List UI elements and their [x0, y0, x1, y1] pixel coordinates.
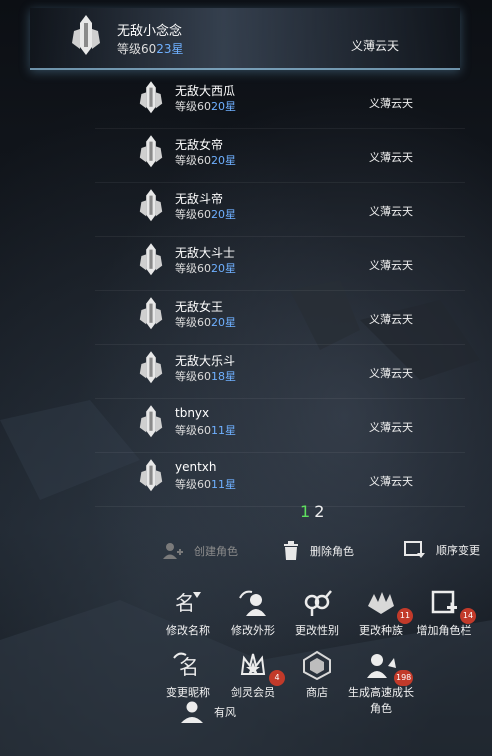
character-level: 等级6018星	[175, 370, 236, 383]
trash-icon	[284, 541, 298, 560]
character-server: 义薄云天	[369, 151, 413, 164]
current-character-name: 无敌小念念	[117, 24, 183, 39]
current-character-server: 义薄云天	[351, 39, 400, 53]
rename-button[interactable]: 名 修改名称	[160, 588, 216, 638]
change-nickname-button[interactable]: 名 变更昵称	[160, 650, 216, 700]
rename-label: 修改名称	[166, 624, 210, 637]
shop-label: 商店	[306, 686, 328, 699]
nickname-label: 变更昵称	[166, 686, 210, 699]
gender-label: 更改性别	[295, 624, 339, 637]
character-row[interactable]: 无敌大乐斗等级6018星 义薄云天	[95, 344, 465, 399]
reorder-button[interactable]: 顺序变更	[404, 541, 480, 559]
vip-badge: 4	[269, 670, 285, 686]
page-2-button[interactable]: 2	[314, 502, 324, 521]
class-emblem-icon	[139, 81, 163, 114]
vip-label: 剑灵会员	[231, 686, 275, 699]
page-1-button[interactable]: 1	[300, 502, 310, 521]
fast-growth-icon	[367, 654, 396, 678]
add-character-slot-button[interactable]: 增加角色栏 14	[416, 588, 476, 638]
character-name: 无敌大斗士	[175, 246, 236, 260]
vip-membership-button[interactable]: 剑灵会员 4	[225, 650, 285, 700]
character-level: 等级6020星	[175, 208, 236, 221]
character-row[interactable]: 无敌大斗士等级6020星 义薄云天	[95, 236, 465, 291]
class-emblem-icon	[139, 243, 163, 276]
add-user-icon	[163, 543, 183, 559]
class-emblem-icon	[139, 405, 163, 438]
character-level: 等级6020星	[175, 100, 236, 113]
character-server: 义薄云天	[369, 313, 413, 326]
fast-growth-character-button[interactable]: 生成高速成长 角色 198	[346, 650, 416, 716]
star-crown-icon	[240, 653, 266, 675]
create-character-button[interactable]: 创建角色	[162, 541, 238, 561]
svg-text:名: 名	[175, 591, 195, 615]
character-name: 无敌大乐斗	[175, 354, 236, 368]
character-name: 无敌斗帝	[175, 192, 224, 206]
change-race-button[interactable]: 更改种族 11	[353, 588, 413, 638]
class-emblem-icon	[139, 297, 163, 330]
appearance-icon	[239, 590, 266, 616]
gender-icon	[304, 590, 332, 616]
character-row[interactable]: 无敌女帝等级6020星 义薄云天	[95, 128, 465, 183]
character-name: 无敌女帝	[175, 138, 224, 152]
character-row[interactable]: 无敌女王等级6020星 义薄云天	[95, 290, 465, 345]
add-slot-badge: 14	[460, 608, 476, 624]
fast-growth-badge: 198	[394, 670, 414, 686]
class-emblem-icon	[139, 459, 163, 492]
race-badge: 11	[397, 608, 413, 624]
character-server: 义薄云天	[369, 421, 413, 434]
character-name: yentxh	[175, 460, 217, 474]
character-server: 义薄云天	[369, 259, 413, 272]
character-level: 等级6011星	[175, 478, 236, 491]
character-server: 义薄云天	[369, 97, 413, 110]
svg-text:名: 名	[179, 655, 199, 679]
reorder-label: 顺序变更	[436, 544, 480, 557]
race-label: 更改种族	[359, 624, 403, 637]
character-server: 义薄云天	[369, 367, 413, 380]
character-server: 义薄云天	[369, 475, 413, 488]
appearance-label: 修改外形	[231, 624, 275, 637]
character-level: 等级6020星	[175, 262, 236, 275]
friend-button[interactable]: 有风	[180, 700, 236, 724]
user-icon	[181, 701, 203, 723]
shop-icon	[303, 650, 331, 680]
character-name: 无敌女王	[175, 300, 224, 314]
delete-character-button[interactable]: 删除角色	[282, 541, 354, 561]
class-emblem-icon	[139, 189, 163, 222]
change-appearance-button[interactable]: 修改外形	[225, 588, 281, 638]
pagination: 12	[300, 502, 328, 521]
change-gender-button[interactable]: 更改性别	[289, 588, 345, 638]
friend-label: 有风	[214, 706, 236, 719]
add-slot-icon	[431, 590, 457, 614]
character-name: tbnyx	[175, 406, 210, 420]
current-character-level: 等级6023星	[117, 42, 184, 56]
character-row[interactable]: tbnyx 等级6011星 义薄云天	[95, 398, 465, 453]
delete-character-label: 删除角色	[310, 545, 354, 558]
nickname-icon: 名	[173, 652, 199, 679]
shop-button[interactable]: 商店	[289, 650, 345, 700]
character-row[interactable]: 无敌斗帝等级6020星 义薄云天	[95, 182, 465, 237]
class-emblem-icon	[139, 135, 163, 168]
character-row[interactable]: yentxh 等级6011星 义薄云天	[95, 452, 465, 507]
character-level: 等级6020星	[175, 316, 236, 329]
add-slot-label: 增加角色栏	[416, 624, 472, 637]
character-level: 等级6020星	[175, 154, 236, 167]
character-row[interactable]: 无敌大西瓜等级6020星 义薄云天	[95, 74, 465, 129]
race-icon	[368, 592, 394, 614]
create-character-label: 创建角色	[194, 545, 238, 558]
rename-icon: 名	[175, 591, 201, 615]
character-name: 无敌大西瓜	[175, 84, 236, 98]
class-emblem-icon	[139, 351, 163, 384]
class-emblem-icon	[72, 15, 100, 55]
character-server: 义薄云天	[369, 205, 413, 218]
character-level: 等级6011星	[175, 424, 236, 437]
fast-growth-label-line2: 角色	[370, 702, 392, 715]
reorder-icon	[404, 541, 425, 558]
fast-growth-label-line1: 生成高速成长	[348, 686, 414, 699]
